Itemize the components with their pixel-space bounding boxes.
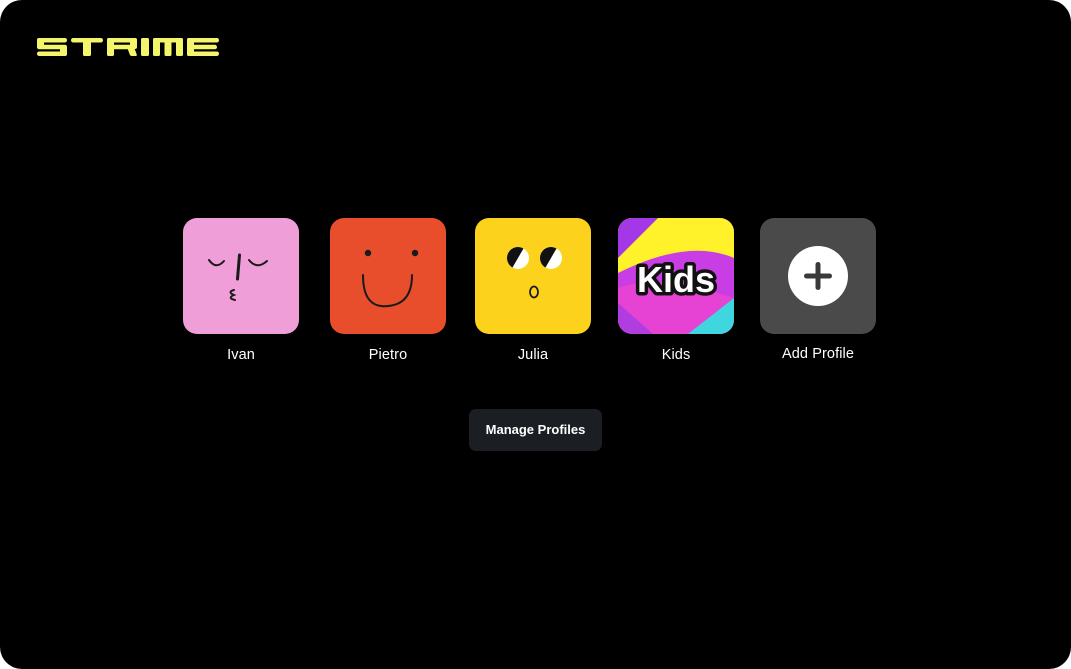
- add-profile-tile[interactable]: [760, 218, 876, 334]
- profile-avatar-julia[interactable]: [475, 218, 591, 334]
- kissing-face-icon: [183, 218, 299, 334]
- manage-profiles-button[interactable]: Manage Profiles: [469, 409, 602, 451]
- profile-kids[interactable]: Kids Kids: [618, 218, 734, 363]
- profile-select-screen: Ivan Pietro Julia Kids Kids Add Profile …: [0, 0, 1071, 669]
- plus-icon: [760, 218, 876, 334]
- profile-avatar-kids[interactable]: Kids: [618, 218, 734, 334]
- kids-icon: Kids: [618, 218, 734, 334]
- add-profile-label: Add Profile: [781, 346, 855, 362]
- smiling-face-icon: [330, 218, 446, 334]
- profile-julia[interactable]: Julia: [475, 218, 591, 363]
- add-profile[interactable]: Add Profile: [760, 218, 876, 362]
- strime-logo[interactable]: [37, 36, 219, 58]
- profile-avatar-pietro[interactable]: [330, 218, 446, 334]
- profile-list: Ivan Pietro Julia Kids Kids Add Profile: [183, 218, 883, 368]
- profile-avatar-ivan[interactable]: [183, 218, 299, 334]
- surprised-face-icon: [475, 218, 591, 334]
- profile-ivan[interactable]: Ivan: [183, 218, 299, 363]
- profile-pietro[interactable]: Pietro: [330, 218, 446, 363]
- kids-logo-text: Kids: [637, 259, 715, 300]
- strime-logo-mark: [37, 38, 219, 56]
